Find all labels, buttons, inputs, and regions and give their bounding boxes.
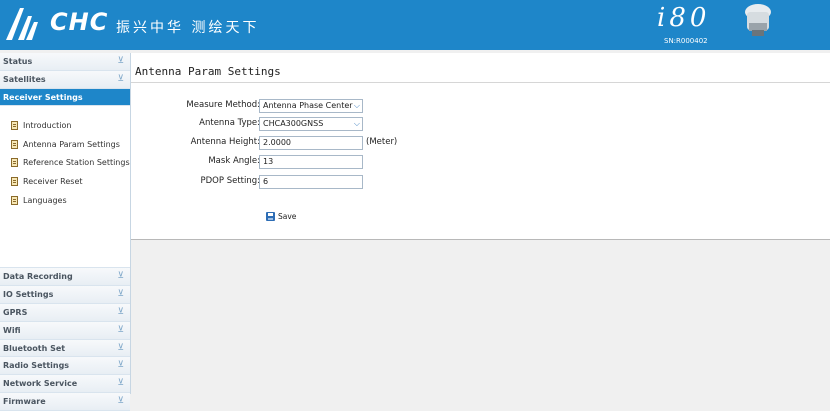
sidebar-item-label: Radio Settings xyxy=(3,361,70,371)
measure-method-select[interactable]: Antenna Phase Center ⌵ xyxy=(259,99,363,113)
device-model: i80 xyxy=(657,3,711,33)
measure-method-row: Measure Method: Antenna Phase Center ⌵ xyxy=(131,99,830,113)
sidebar-item-label: Wifi xyxy=(3,325,21,335)
antenna-type-row: Antenna Type: CHCA300GNSS ⌵ xyxy=(131,117,830,131)
pdop-setting-row: PDOP Setting: 6 xyxy=(131,175,830,189)
brand-slogan: 振兴中华 测绘天下 xyxy=(116,20,260,36)
sidebar-item-status[interactable]: Status ⊻ xyxy=(0,53,130,71)
sidebar-item-network-service[interactable]: Network Service ⊻ xyxy=(0,375,130,393)
measure-method-value: Antenna Phase Center xyxy=(263,101,353,110)
receiver-settings-submenu: Introduction Antenna Param Settings Refe… xyxy=(0,106,130,269)
sidebar-item-gprs[interactable]: GPRS ⊻ xyxy=(0,303,130,322)
antenna-height-unit: (Meter) xyxy=(366,137,398,147)
submenu-item-label: Receiver Reset xyxy=(23,176,83,186)
chc-logo-icon xyxy=(6,8,38,40)
antenna-type-value: CHCA300GNSS xyxy=(263,119,324,128)
sidebar-item-satellites[interactable]: Satellites ⊻ xyxy=(0,70,130,89)
submenu-item-antenna-param-settings[interactable]: Antenna Param Settings xyxy=(0,135,130,154)
antenna-type-label: Antenna Type: xyxy=(199,118,260,128)
receiver-device-icon xyxy=(745,4,771,36)
sidebar: Status ⊻ Satellites ⊻ Receiver Settings … xyxy=(0,53,131,411)
chevron-down-icon: ⊻ xyxy=(117,395,124,406)
pdop-setting-label: PDOP Setting: xyxy=(200,176,261,186)
chevron-down-icon: ⊻ xyxy=(117,342,124,353)
chevron-down-icon: ⌵ xyxy=(353,101,360,110)
sidebar-item-label: Status xyxy=(3,57,33,66)
submenu-item-introduction[interactable]: Introduction xyxy=(0,116,130,135)
chevron-down-icon: ⊻ xyxy=(117,324,124,335)
submenu-item-label: Introduction xyxy=(23,121,72,131)
mask-angle-row: Mask Angle: 13 xyxy=(131,155,830,169)
measure-method-label: Measure Method: xyxy=(186,100,260,110)
sidebar-item-bluetooth-set[interactable]: Bluetooth Set ⊻ xyxy=(0,339,130,358)
submenu-item-label: Antenna Param Settings xyxy=(23,139,120,149)
sidebar-item-label: Bluetooth Set xyxy=(3,343,66,353)
sidebar-item-radio-settings[interactable]: Radio Settings ⊻ xyxy=(0,357,130,376)
submenu-item-label: Reference Station Settings xyxy=(23,158,130,168)
antenna-height-input[interactable]: 2.0000 xyxy=(259,136,363,150)
document-icon xyxy=(11,176,18,186)
sidebar-item-label: Network Service xyxy=(3,379,78,389)
sidebar-item-label: Receiver Settings xyxy=(3,92,83,102)
chevron-down-icon: ⊻ xyxy=(117,56,124,66)
floppy-disk-icon xyxy=(266,212,275,221)
sidebar-item-data-recording[interactable]: Data Recording ⊻ xyxy=(0,268,130,287)
sidebar-item-label: Firmware xyxy=(3,396,46,406)
document-icon xyxy=(11,158,18,168)
sidebar-item-wifi[interactable]: Wifi ⊻ xyxy=(0,321,130,340)
serial-number: SN:R000402 xyxy=(664,37,708,45)
save-button[interactable]: Save xyxy=(266,212,296,221)
main-panel: Antenna Param Settings Measure Method: A… xyxy=(131,53,830,240)
submenu-item-receiver-reset[interactable]: Receiver Reset xyxy=(0,172,130,191)
submenu-item-languages[interactable]: Languages xyxy=(0,191,130,210)
brand-name: CHC xyxy=(50,8,109,36)
chevron-down-icon: ⊻ xyxy=(117,360,124,371)
mask-angle-label: Mask Angle: xyxy=(208,156,260,166)
sidebar-item-label: GPRS xyxy=(3,307,28,317)
submenu-item-label: Languages xyxy=(23,195,67,205)
chevron-down-icon: ⊻ xyxy=(117,271,124,282)
antenna-height-row: Antenna Height: 2.0000 (Meter) xyxy=(131,136,830,150)
sidebar-item-label: Satellites xyxy=(3,74,46,84)
sidebar-item-label: Data Recording xyxy=(3,272,73,282)
save-button-label: Save xyxy=(278,212,297,221)
submenu-item-reference-station-settings[interactable]: Reference Station Settings xyxy=(0,154,130,173)
sidebar-item-firmware[interactable]: Firmware ⊻ xyxy=(0,392,130,411)
chevron-down-icon: ⌵ xyxy=(353,119,360,128)
document-icon xyxy=(11,195,18,205)
title-divider xyxy=(131,82,830,83)
sidebar-item-label: IO Settings xyxy=(3,290,54,300)
mask-angle-input[interactable]: 13 xyxy=(259,155,363,169)
document-icon xyxy=(11,121,18,131)
chevron-down-icon: ⊻ xyxy=(117,289,124,300)
chevron-down-icon: ⊻ xyxy=(117,378,124,389)
chevron-down-icon: ⊻ xyxy=(117,73,124,84)
sidebar-item-io-settings[interactable]: IO Settings ⊻ xyxy=(0,286,130,304)
antenna-height-label: Antenna Height: xyxy=(190,137,260,147)
app-header: CHC 振兴中华 测绘天下 i80 SN:R000402 xyxy=(0,0,830,50)
antenna-type-select[interactable]: CHCA300GNSS ⌵ xyxy=(259,117,363,131)
sidebar-item-receiver-settings[interactable]: Receiver Settings xyxy=(0,88,130,107)
page-title: Antenna Param Settings xyxy=(135,65,281,78)
chevron-down-icon: ⊻ xyxy=(117,306,124,317)
document-icon xyxy=(11,139,18,149)
pdop-setting-input[interactable]: 6 xyxy=(259,175,363,189)
